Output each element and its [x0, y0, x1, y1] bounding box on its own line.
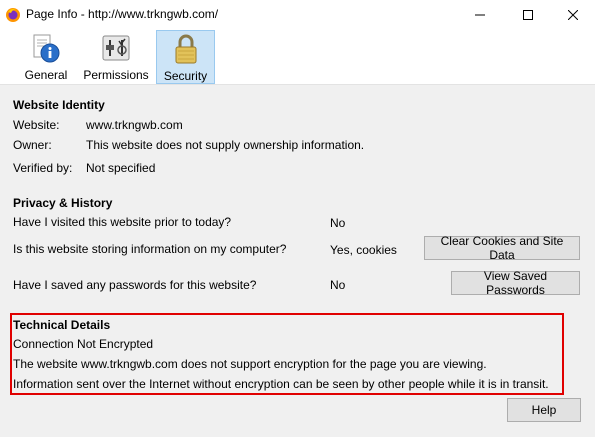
tab-security[interactable]: Security [156, 30, 215, 84]
transit-warning: Information sent over the Internet witho… [13, 377, 549, 391]
website-identity-heading: Website Identity [13, 98, 105, 112]
tab-security-label: Security [163, 69, 208, 83]
minimize-button[interactable] [457, 0, 503, 30]
visited-answer: No [330, 216, 346, 230]
firefox-icon [5, 7, 21, 23]
passwords-answer: No [330, 278, 346, 292]
maximize-button[interactable] [505, 0, 551, 30]
clear-cookies-button[interactable]: Clear Cookies and Site Data [424, 234, 580, 262]
tab-permissions[interactable]: Permissions [81, 30, 151, 84]
storing-question: Is this website storing information on m… [13, 242, 287, 256]
help-button[interactable]: Help [507, 398, 581, 422]
security-panel: Website Identity Website: www.trkngwb.co… [0, 85, 595, 437]
tab-toolbar: General Permissions Security [0, 30, 595, 84]
verified-by-value: Not specified [86, 161, 156, 175]
connection-status: Connection Not Encrypted [13, 337, 154, 351]
tab-general-label: General [24, 68, 68, 82]
padlock-icon [170, 33, 202, 65]
website-label: Website: [13, 118, 60, 132]
website-value: www.trkngwb.com [86, 118, 183, 132]
storing-answer: Yes, cookies [330, 243, 397, 257]
technical-details-heading: Technical Details [13, 318, 111, 332]
tab-general[interactable]: General [23, 30, 69, 84]
encryption-notice: The website www.trkngwb.com does not sup… [13, 357, 487, 371]
tab-permissions-label: Permissions [83, 68, 149, 82]
verified-by-label: Verified by: [13, 161, 73, 175]
owner-value: This website does not supply ownership i… [86, 138, 365, 152]
window-title: Page Info - http://www.trkngwb.com/ [26, 7, 219, 21]
owner-label: Owner: [13, 138, 52, 152]
title-bar: Page Info - http://www.trkngwb.com/ [0, 0, 595, 30]
info-icon [30, 32, 62, 64]
visited-question: Have I visited this website prior to tod… [13, 215, 232, 229]
view-saved-passwords-button[interactable]: View Saved Passwords [451, 269, 580, 297]
permissions-icon [100, 32, 132, 64]
privacy-history-heading: Privacy & History [13, 196, 113, 210]
close-button[interactable] [550, 0, 595, 30]
passwords-question: Have I saved any passwords for this webs… [13, 278, 257, 292]
